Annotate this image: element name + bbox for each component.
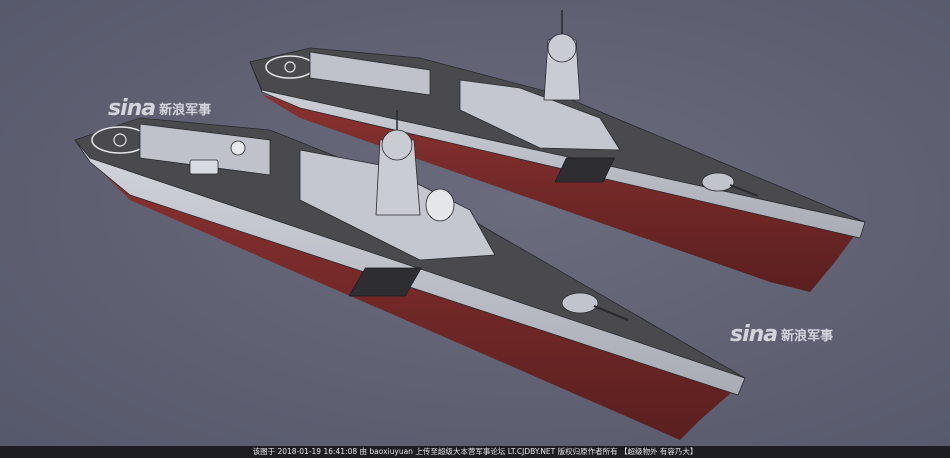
sina-logo: sina: [108, 96, 156, 121]
front-satcom-dome: [425, 188, 455, 222]
destroyers-render: [73, 10, 866, 440]
front-main-gun: [561, 292, 599, 314]
rear-radar-dome: [547, 33, 577, 63]
watermark-text: 新浪军事: [159, 103, 212, 118]
render-scene: sina 新浪军事 sina 新浪军事 该图于 2018-01-19 16:41…: [0, 0, 950, 458]
front-hangar-door: [189, 159, 219, 175]
watermark-text: 新浪军事: [781, 329, 834, 344]
caption-bar: 该图于 2018-01-19 16:41:08 由 baoxiuyuan 上传至…: [0, 446, 950, 458]
watermark-bottom-right: sina 新浪军事: [730, 322, 833, 347]
rear-main-gun: [701, 172, 735, 192]
watermark-top-left: sina 新浪军事: [108, 96, 211, 121]
sina-logo: sina: [730, 322, 778, 347]
front-ciws: [230, 140, 246, 156]
front-radar-dome: [381, 129, 413, 161]
